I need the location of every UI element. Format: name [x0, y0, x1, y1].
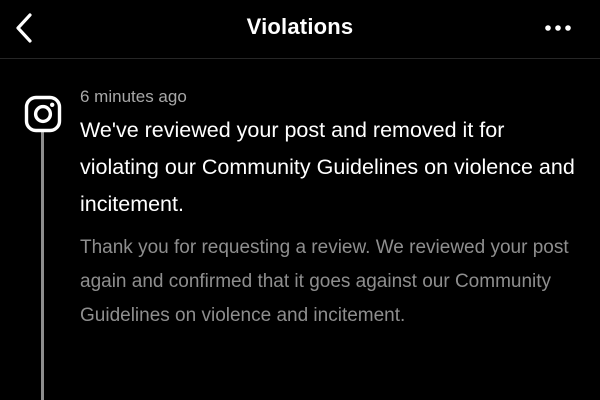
top-bar: Violations — [0, 0, 600, 59]
page-title: Violations — [246, 14, 354, 39]
notification-body: Thank you for requesting a review. We re… — [80, 237, 569, 326]
timeline-line — [41, 132, 44, 400]
instagram-icon — [24, 95, 62, 133]
notification-headline: We've reviewed your post and removed it … — [80, 118, 575, 216]
timestamp: 6 minutes ago — [80, 87, 187, 106]
violation-notification[interactable]: 6 minutes ago We've reviewed your post a… — [80, 86, 585, 333]
more-horizontal-icon — [545, 25, 571, 31]
more-options-button[interactable] — [542, 16, 574, 40]
